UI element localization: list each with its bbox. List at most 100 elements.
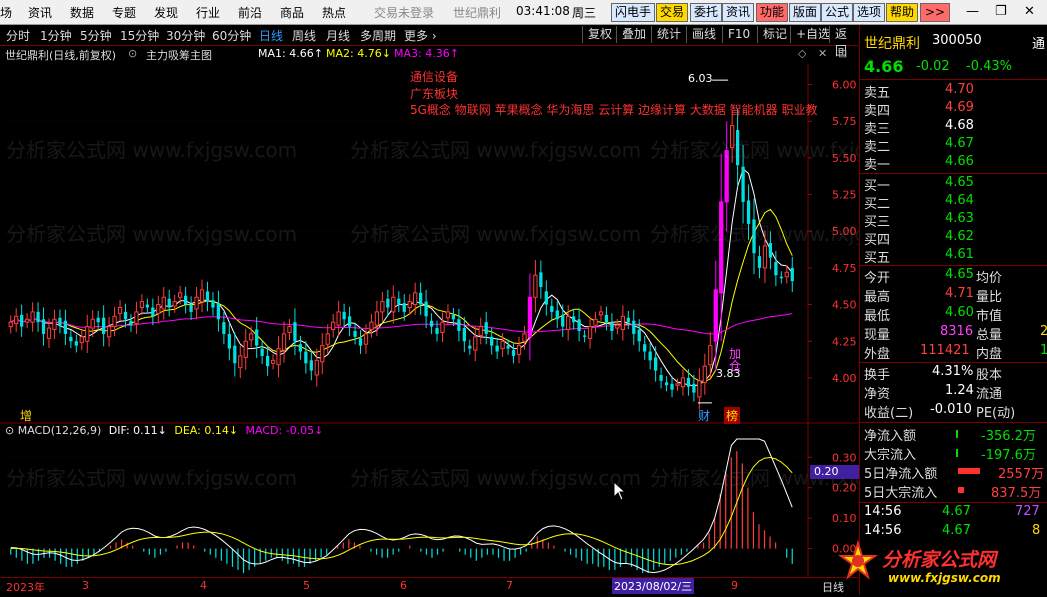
logo-title: 分析家公式网 bbox=[882, 549, 997, 571]
f10-button[interactable]: F10 bbox=[722, 26, 755, 43]
candle-body bbox=[69, 336, 73, 342]
restore-icon[interactable]: ❐ bbox=[995, 4, 1007, 19]
macd-dropdown-icon[interactable]: ⊙ bbox=[5, 424, 14, 437]
period-1min[interactable]: 1分钟 bbox=[40, 27, 72, 44]
low-label: 最低 bbox=[864, 309, 891, 324]
x-label-9: 9 bbox=[731, 579, 738, 592]
candle-body bbox=[211, 300, 215, 308]
trade-button[interactable]: 交易 bbox=[656, 3, 689, 22]
candle-body bbox=[233, 345, 237, 364]
candle-body bbox=[90, 318, 95, 329]
news-button[interactable]: 资讯 bbox=[722, 3, 755, 22]
eps-label: 收益(二) bbox=[864, 406, 914, 421]
chart-grid bbox=[0, 64, 858, 577]
period-multi[interactable]: 多周期 bbox=[360, 27, 396, 44]
kline-chart[interactable]: 6.00 5.75 5.50 5.25 5.00 4.75 4.50 4.25 4.00 0.30… bbox=[0, 64, 858, 594]
menu-item-6[interactable]: 前沿 bbox=[238, 4, 262, 21]
quote-tag: 通 bbox=[1032, 37, 1046, 52]
login-status[interactable]: 交易未登录 bbox=[374, 4, 434, 21]
order-button[interactable]: 委托 bbox=[690, 3, 723, 22]
candle-body bbox=[391, 296, 396, 313]
weekday: 周三 bbox=[572, 6, 597, 20]
help-button[interactable]: 帮助 bbox=[886, 3, 919, 22]
adjust-button[interactable]: 复权 bbox=[582, 26, 617, 43]
candle-body bbox=[112, 315, 117, 328]
finance-label[interactable]: 财 bbox=[698, 407, 710, 424]
menu-item-1[interactable]: 资讯 bbox=[28, 4, 52, 21]
candle-body bbox=[63, 320, 68, 334]
candle-body bbox=[194, 296, 199, 310]
menu-item-7[interactable]: 商品 bbox=[280, 4, 304, 21]
candle-body bbox=[369, 321, 374, 331]
outer-value: 111421 bbox=[920, 343, 970, 358]
period-15min[interactable]: 15分钟 bbox=[120, 27, 159, 44]
menu-item-8[interactable]: 热点 bbox=[322, 4, 346, 21]
menu-item-5[interactable]: 行业 bbox=[196, 4, 220, 21]
formula-button[interactable]: 公式 bbox=[821, 3, 854, 22]
cross-icon[interactable]: ✕ bbox=[818, 47, 827, 60]
diamond-icon[interactable]: ◇ bbox=[798, 47, 806, 60]
bid1-label: 买一 bbox=[864, 179, 891, 194]
netflow5-value: 2557万 bbox=[998, 467, 1045, 482]
indicator-name[interactable]: 主力吸筹主图 bbox=[146, 47, 212, 63]
candle-body bbox=[8, 321, 13, 328]
stats-button[interactable]: 统计 bbox=[651, 26, 686, 43]
candle-body bbox=[151, 307, 155, 317]
candle-body bbox=[762, 245, 768, 269]
tick-time-1: 14:56 bbox=[864, 504, 902, 519]
candle-body bbox=[265, 355, 270, 367]
minimize-icon[interactable]: — bbox=[966, 4, 979, 19]
candle-body bbox=[572, 316, 576, 323]
candle-body bbox=[397, 298, 401, 305]
chart-title-bar: 世纪鼎利(日线,前复权) ⊙ 主力吸筹主图 MA1: 4.66↑ MA2: 4.… bbox=[0, 46, 858, 64]
layout-button[interactable]: 版面 bbox=[789, 3, 822, 22]
netflow5-label: 5日净流入额 bbox=[864, 467, 938, 482]
x-cursor-date: 2023/08/02/三 bbox=[612, 578, 695, 594]
x-label-year: 2023年 bbox=[6, 581, 45, 594]
overlay-button[interactable]: 叠加 bbox=[616, 26, 651, 43]
high-label: 最高 bbox=[864, 290, 891, 305]
menu-item-4[interactable]: 发现 bbox=[154, 4, 178, 21]
gear-icon[interactable]: ⊡ bbox=[838, 47, 847, 60]
quote-panel: 世纪鼎利 300050 通 4.66 -0.02 -0.43% 卖五 4.70 … bbox=[838, 25, 1047, 595]
candle-body bbox=[342, 311, 346, 320]
curvol-value: 8316 bbox=[940, 324, 974, 339]
period-30min[interactable]: 30分钟 bbox=[166, 27, 205, 44]
period-daily[interactable]: 日线 bbox=[259, 27, 283, 44]
back-button[interactable]: 返回 bbox=[829, 26, 858, 58]
period-60min[interactable]: 60分钟 bbox=[212, 27, 251, 44]
menu-item-2[interactable]: 数据 bbox=[70, 4, 94, 21]
period-monthly[interactable]: 月线 bbox=[326, 27, 350, 44]
mark-button[interactable]: 标记 bbox=[757, 26, 792, 43]
price-tick-label: 4.75 bbox=[832, 262, 857, 275]
draw-button[interactable]: 画线 bbox=[686, 26, 721, 43]
candle-body bbox=[407, 301, 412, 309]
function-button[interactable]: 功能 bbox=[756, 3, 789, 22]
ask4-price: 4.69 bbox=[945, 100, 974, 115]
high-value: 4.71 bbox=[945, 286, 974, 301]
more-button[interactable]: >> bbox=[920, 3, 950, 22]
candle-body bbox=[664, 382, 669, 386]
options-button[interactable]: 选项 bbox=[853, 3, 886, 22]
ma1-line bbox=[10, 168, 793, 387]
candle-body bbox=[730, 125, 735, 149]
lightning-button[interactable]: 闪电手 bbox=[611, 3, 656, 22]
price-tick-label: 5.25 bbox=[832, 189, 857, 202]
tick-vol-2: 8 bbox=[1032, 523, 1041, 538]
menu-item-3[interactable]: 专题 bbox=[112, 4, 136, 21]
indicator-dropdown-icon[interactable]: ⊙ bbox=[128, 47, 137, 60]
period-weekly[interactable]: 周线 bbox=[292, 27, 316, 44]
candle-body bbox=[774, 262, 778, 276]
candle-body bbox=[670, 383, 674, 390]
billboard-label[interactable]: 榜 bbox=[724, 407, 741, 424]
candle-body bbox=[615, 324, 620, 329]
candle-body bbox=[281, 333, 287, 351]
period-5min[interactable]: 5分钟 bbox=[80, 27, 112, 44]
candle-body bbox=[708, 345, 713, 366]
menu-item-0[interactable]: 场 bbox=[0, 4, 12, 21]
period-intraday[interactable]: 分时 bbox=[6, 27, 30, 44]
close-icon[interactable]: ✕ bbox=[1024, 4, 1035, 19]
candle-body bbox=[680, 377, 686, 388]
candle-body bbox=[205, 291, 210, 302]
period-more[interactable]: 更多 › bbox=[404, 27, 437, 44]
